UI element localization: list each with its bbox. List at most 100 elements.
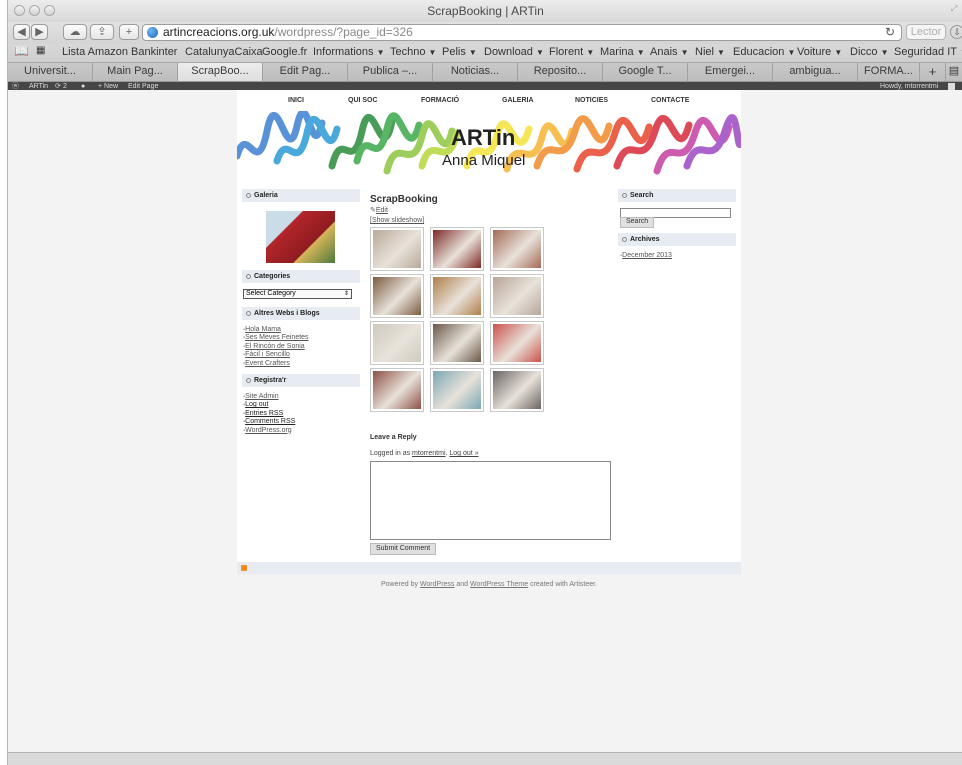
tab-0[interactable]: Universit... — [8, 63, 93, 81]
list-item[interactable]: Fàcil i Sencillo — [243, 351, 309, 359]
gallery-thumbnail[interactable] — [370, 368, 424, 412]
bookmark-15[interactable]: Seguridad IT ▼ — [894, 46, 962, 58]
address-bar[interactable]: artincreacions.org.uk/wordpress/?page_id… — [142, 24, 902, 41]
bookmark-2[interactable]: CatalunyaCaixa — [185, 46, 263, 58]
edit-link[interactable]: ✎Edit — [370, 206, 388, 214]
bookmark-5[interactable]: Techno ▼ — [390, 46, 436, 58]
widget-search-header: Search — [618, 189, 736, 202]
tab-2[interactable]: ScrapBoo... — [178, 63, 263, 81]
reading-list-icon[interactable]: 📖 — [14, 44, 29, 58]
search-button[interactable]: Search — [620, 217, 655, 228]
footer-wordpress-link[interactable]: WordPress — [420, 581, 455, 588]
plus-icon: + — [928, 64, 937, 79]
logout-reply-link[interactable]: Log out » — [449, 450, 478, 457]
gallery-thumbnail[interactable] — [490, 321, 544, 365]
gallery-thumbnail[interactable] — [430, 321, 484, 365]
bookmark-12[interactable]: Educacion ▼ — [733, 46, 795, 58]
tab-4[interactable]: Publica –... — [348, 63, 433, 81]
new-tab-button[interactable]: + — [920, 63, 946, 81]
comments-rss-link[interactable]: Comments RSS — [245, 418, 295, 425]
gallery-thumbnail[interactable] — [430, 227, 484, 271]
nav-inici[interactable]: INICI — [288, 97, 304, 104]
back-button[interactable]: ◀ — [13, 24, 30, 40]
bookmark-14[interactable]: Dicco ▼ — [850, 46, 889, 58]
user-link[interactable]: mtorrentmi — [412, 450, 445, 457]
list-item[interactable]: Entries RSS — [243, 410, 295, 418]
bookmark-7[interactable]: Download ▼ — [484, 46, 544, 58]
bookmark-3[interactable]: Google.fr — [262, 46, 307, 58]
bookmark-0[interactable]: Lista Amazon — [62, 46, 128, 58]
tab-6[interactable]: Reposito... — [518, 63, 603, 81]
reload-icon[interactable]: ↻ — [885, 25, 895, 40]
nav-qui-soc[interactable]: QUI SOC — [348, 97, 378, 104]
category-select[interactable]: Select Category ⇕ — [243, 289, 352, 299]
submit-comment-button[interactable]: Submit Comment — [370, 543, 437, 555]
reader-button[interactable]: Lector — [906, 24, 946, 40]
nav-formacio[interactable]: FORMACIÓ — [421, 97, 459, 104]
tab-overview-button[interactable]: ▤ — [946, 63, 962, 81]
list-item[interactable]: Site Admin — [243, 393, 295, 401]
wordpress-org-link[interactable]: WordPress.org — [245, 427, 292, 434]
gallery-image — [433, 230, 481, 268]
footer-theme-link[interactable]: WordPress Theme — [470, 581, 528, 588]
gallery-thumbnail[interactable] — [490, 274, 544, 318]
tab-10[interactable]: FORMA... — [858, 63, 920, 81]
list-item[interactable]: Event Crafters — [243, 360, 309, 368]
site-title[interactable]: ARTin — [451, 125, 515, 151]
forward-button[interactable]: ▶ — [31, 24, 48, 40]
archive-link[interactable]: December 2013 — [622, 252, 672, 259]
bookmark-1[interactable]: Bankinter — [131, 46, 177, 58]
entries-rss-link[interactable]: Entries RSS — [245, 410, 283, 417]
gallery-thumbnail[interactable] — [490, 368, 544, 412]
gallery-thumbnail[interactable] — [370, 321, 424, 365]
show-slideshow-link[interactable]: [Show slideshow] — [370, 217, 424, 224]
bookmark-13[interactable]: Voiture ▼ — [797, 46, 842, 58]
list-item[interactable]: El Rincón de Sonia — [243, 343, 309, 351]
tab-5[interactable]: Noticias... — [433, 63, 518, 81]
blog-link[interactable]: Ses Meves Feinetes — [245, 334, 308, 341]
comment-textarea[interactable] — [370, 461, 611, 540]
blog-link[interactable]: Fàcil i Sencillo — [245, 351, 290, 358]
list-item[interactable]: WordPress.org — [243, 427, 295, 435]
tab-1[interactable]: Main Pag... — [93, 63, 178, 81]
rss-icon[interactable] — [241, 565, 247, 571]
list-item[interactable]: December 2013 — [620, 252, 672, 260]
blog-link[interactable]: El Rincón de Sonia — [245, 343, 305, 350]
list-item[interactable]: Hola Mama — [243, 326, 309, 334]
downloads-icon[interactable]: ⇩ — [950, 25, 962, 39]
list-item[interactable]: Ses Meves Feinetes — [243, 334, 308, 342]
fullscreen-icon[interactable]: ⤢ — [951, 4, 959, 13]
tab-7[interactable]: Google T... — [603, 63, 688, 81]
nav-noticies[interactable]: NOTICIES — [575, 97, 608, 104]
gallery-thumbnail[interactable] — [430, 368, 484, 412]
tab-3[interactable]: Edit Pag... — [263, 63, 348, 81]
icloud-tabs-button[interactable]: ☁ — [63, 24, 87, 40]
gallery-thumbnail[interactable] — [370, 274, 424, 318]
avatar[interactable] — [948, 83, 955, 90]
bookmark-4[interactable]: Informations ▼ — [313, 46, 385, 58]
logout-link[interactable]: Log out — [245, 401, 268, 408]
nav-galeria[interactable]: GALERIA — [502, 97, 534, 104]
gallery-thumbnail[interactable] — [430, 274, 484, 318]
blog-link[interactable]: Hola Mama — [245, 326, 281, 333]
list-item[interactable]: Log out — [243, 401, 295, 409]
gallery-thumbnail[interactable] — [490, 227, 544, 271]
gallery-image — [373, 277, 421, 315]
galeria-featured-image[interactable] — [266, 211, 335, 263]
list-item[interactable]: Comments RSS — [243, 418, 295, 426]
share-button[interactable]: ⇪ — [90, 24, 114, 40]
bookmark-10[interactable]: Anais ▼ — [650, 46, 689, 58]
top-sites-icon[interactable]: ▦ — [36, 45, 45, 56]
blog-link[interactable]: Event Crafters — [245, 360, 290, 367]
tab-9[interactable]: ambigua... — [773, 63, 858, 81]
plus-icon: + — [125, 26, 133, 38]
tab-8[interactable]: Emergei... — [688, 63, 773, 81]
bookmark-11[interactable]: Niel ▼ — [695, 46, 725, 58]
add-bookmark-button[interactable]: + — [119, 24, 139, 40]
bookmark-8[interactable]: Florent ▼ — [549, 46, 594, 58]
site-admin-link[interactable]: Site Admin — [245, 393, 278, 400]
nav-contacte[interactable]: CONTACTE — [651, 97, 689, 104]
bookmark-9[interactable]: Marina ▼ — [600, 46, 645, 58]
bookmark-6[interactable]: Pelis ▼ — [442, 46, 477, 58]
gallery-thumbnail[interactable] — [370, 227, 424, 271]
